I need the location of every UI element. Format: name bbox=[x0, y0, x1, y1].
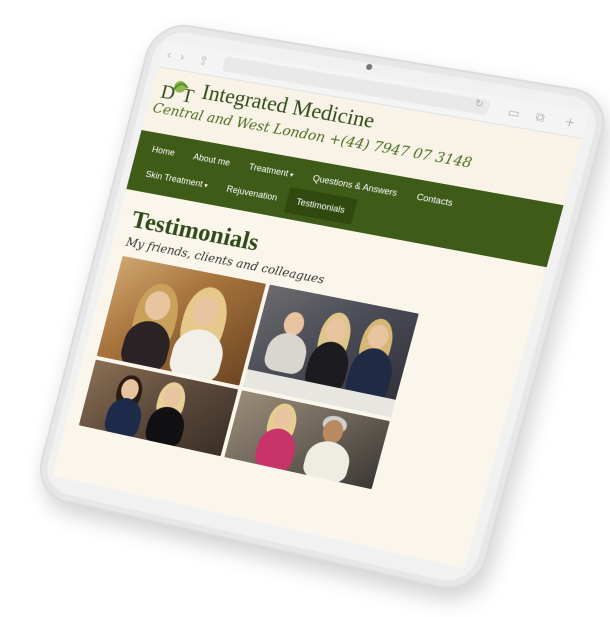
back-icon[interactable]: ‹ bbox=[165, 48, 173, 62]
tablet-device: ‹ › ⇪ ↻ ▭ ⧉ + D T Integrated Medicine Ce… bbox=[32, 19, 610, 597]
nav-item-label: About me bbox=[192, 151, 232, 168]
tablet-screen: ‹ › ⇪ ↻ ▭ ⧉ + D T Integrated Medicine Ce… bbox=[52, 41, 590, 569]
nav-item-label: Treatment bbox=[247, 161, 290, 179]
reader-icon[interactable]: ▭ bbox=[506, 105, 521, 121]
share-icon[interactable]: ⇪ bbox=[197, 53, 210, 68]
camera-icon bbox=[365, 63, 373, 71]
nav-item-label: Rejuvenation bbox=[225, 183, 279, 203]
chevron-down-icon: ▾ bbox=[203, 182, 209, 190]
nav-item-label: Contacts bbox=[415, 191, 454, 209]
nav-item-label: Skin Treatment bbox=[144, 168, 204, 189]
reload-icon[interactable]: ↻ bbox=[473, 98, 484, 110]
stage: ‹ › ⇪ ↻ ▭ ⧉ + D T Integrated Medicine Ce… bbox=[0, 0, 610, 617]
photo-figure bbox=[261, 329, 311, 377]
photo-figure bbox=[300, 437, 354, 486]
chevron-down-icon: ▾ bbox=[288, 171, 295, 180]
forward-icon[interactable]: › bbox=[178, 50, 186, 64]
new-tab-icon[interactable]: + bbox=[563, 114, 577, 130]
nav-item-label: Home bbox=[151, 144, 176, 158]
tabs-icon[interactable]: ⧉ bbox=[534, 109, 547, 126]
nav-item-label: Testimonials bbox=[295, 196, 346, 216]
